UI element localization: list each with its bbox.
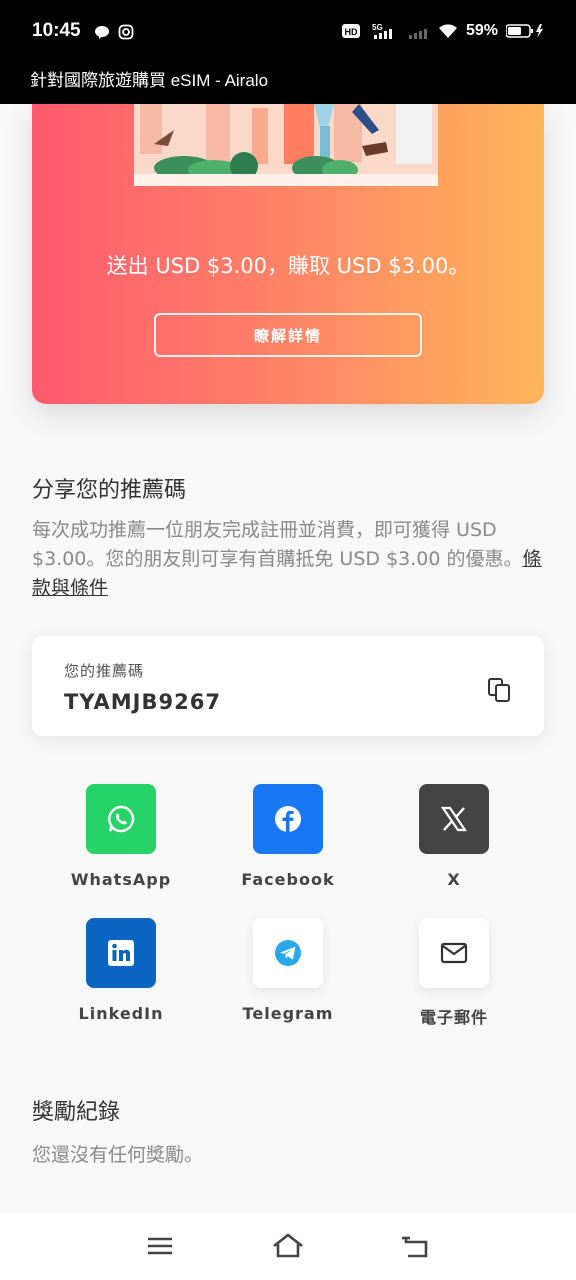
svg-text:5G: 5G: [372, 23, 383, 32]
referral-code-card: 您的推薦碼 TYAMJB9267: [32, 636, 544, 736]
system-nav-bar: [0, 1214, 576, 1280]
telegram-icon: [275, 940, 301, 966]
share-label-whatsapp: WhatsApp: [70, 870, 172, 889]
email-tile[interactable]: [419, 918, 489, 988]
svg-text:HD: HD: [344, 27, 357, 37]
title-bar: 針對國際旅遊購買 eSIM - Airalo: [0, 62, 576, 104]
home-icon[interactable]: [270, 1230, 306, 1262]
whatsapp-tile[interactable]: [86, 784, 156, 854]
mail-icon: [440, 942, 468, 964]
share-x-button[interactable]: X: [374, 784, 534, 904]
signal-5g-icon: 5G: [372, 23, 392, 39]
status-indicators: HD 5G 59%: [341, 22, 546, 40]
x-icon: [440, 806, 468, 832]
share-label-facebook: Facebook: [241, 870, 335, 889]
share-label-telegram: Telegram: [242, 1004, 334, 1023]
share-email-button[interactable]: 電子郵件: [374, 918, 534, 1038]
wifi-icon: [438, 24, 457, 38]
travel-illustration: [134, 104, 438, 186]
line-app-icon: [95, 26, 109, 39]
menu-icon[interactable]: [142, 1230, 178, 1262]
referral-code-value: TYAMJB9267: [64, 690, 221, 714]
facebook-tile[interactable]: [253, 784, 323, 854]
promo-card: 送出 USD $3.00，賺取 USD $3.00。 瞭解詳情: [32, 104, 544, 404]
share-whatsapp-button[interactable]: WhatsApp: [41, 784, 201, 904]
battery-charging-icon: [506, 24, 543, 38]
share-description: 每次成功推薦一位朋友完成註冊並消費，即可獲得 USD $3.00。您的朋友則可享…: [32, 516, 544, 603]
whatsapp-icon: [108, 805, 135, 833]
linkedin-tile[interactable]: [86, 918, 156, 988]
learn-more-button[interactable]: 瞭解詳情: [154, 313, 422, 357]
promo-text: 送出 USD $3.00，賺取 USD $3.00。: [106, 254, 470, 278]
copy-icon[interactable]: [486, 676, 514, 704]
referral-code-label: 您的推薦碼: [64, 662, 145, 680]
share-label-x: X: [447, 870, 461, 889]
status-time: 10:45: [32, 20, 81, 41]
rewards-empty-text: 您還沒有任何獎勵。: [32, 1144, 204, 1166]
share-telegram-button[interactable]: Telegram: [208, 918, 368, 1038]
signal-weak-icon: [408, 29, 427, 39]
linkedin-icon: [108, 940, 134, 966]
share-label-linkedin: LinkedIn: [78, 1004, 164, 1023]
battery-percent: 59%: [465, 22, 498, 39]
status-bar: 10:45 HD 5G 59%: [0, 0, 576, 62]
rewards-title: 獎勵紀錄: [32, 1100, 121, 1125]
share-facebook-button[interactable]: Facebook: [208, 784, 368, 904]
page-title: 針對國際旅遊購買 eSIM - Airalo: [30, 71, 269, 90]
share-label-email: 電子郵件: [419, 1008, 488, 1027]
share-description-text: 每次成功推薦一位朋友完成註冊並消費，即可獲得 USD $3.00。您的朋友則可享…: [32, 519, 523, 570]
share-section-title: 分享您的推薦碼: [32, 478, 187, 503]
back-icon[interactable]: [398, 1230, 434, 1262]
facebook-icon: [275, 806, 301, 832]
share-linkedin-button[interactable]: LinkedIn: [41, 918, 201, 1038]
instagram-icon: [118, 24, 134, 40]
x-tile[interactable]: [419, 784, 489, 854]
telegram-tile[interactable]: [253, 918, 323, 988]
hd-icon: HD: [341, 24, 360, 38]
